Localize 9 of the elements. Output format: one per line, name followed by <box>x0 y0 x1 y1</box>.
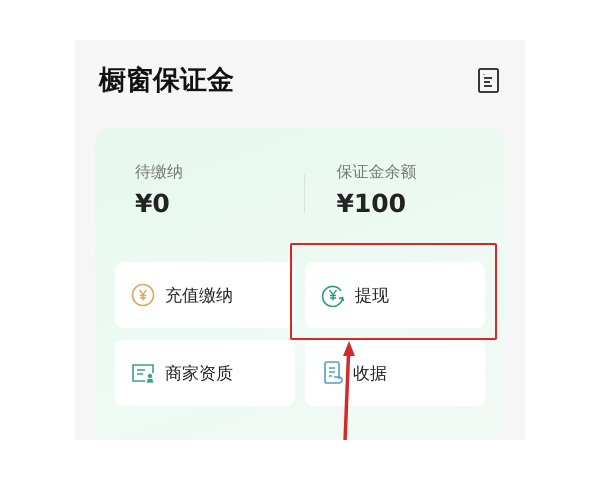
action-button[interactable]: 充值缴纳 <box>115 262 295 328</box>
action-button[interactable]: 商家资质 <box>115 340 295 406</box>
action-button[interactable]: 提现 <box>305 262 485 328</box>
stat-label: 待缴纳 <box>135 162 184 183</box>
action-button[interactable]: 收据 <box>305 340 485 406</box>
stat-label: 保证金余额 <box>336 162 418 183</box>
stat-value: ¥100 <box>336 189 408 218</box>
page-title: 橱窗保证金 <box>99 64 234 98</box>
stat-value: ¥0 <box>135 189 171 218</box>
